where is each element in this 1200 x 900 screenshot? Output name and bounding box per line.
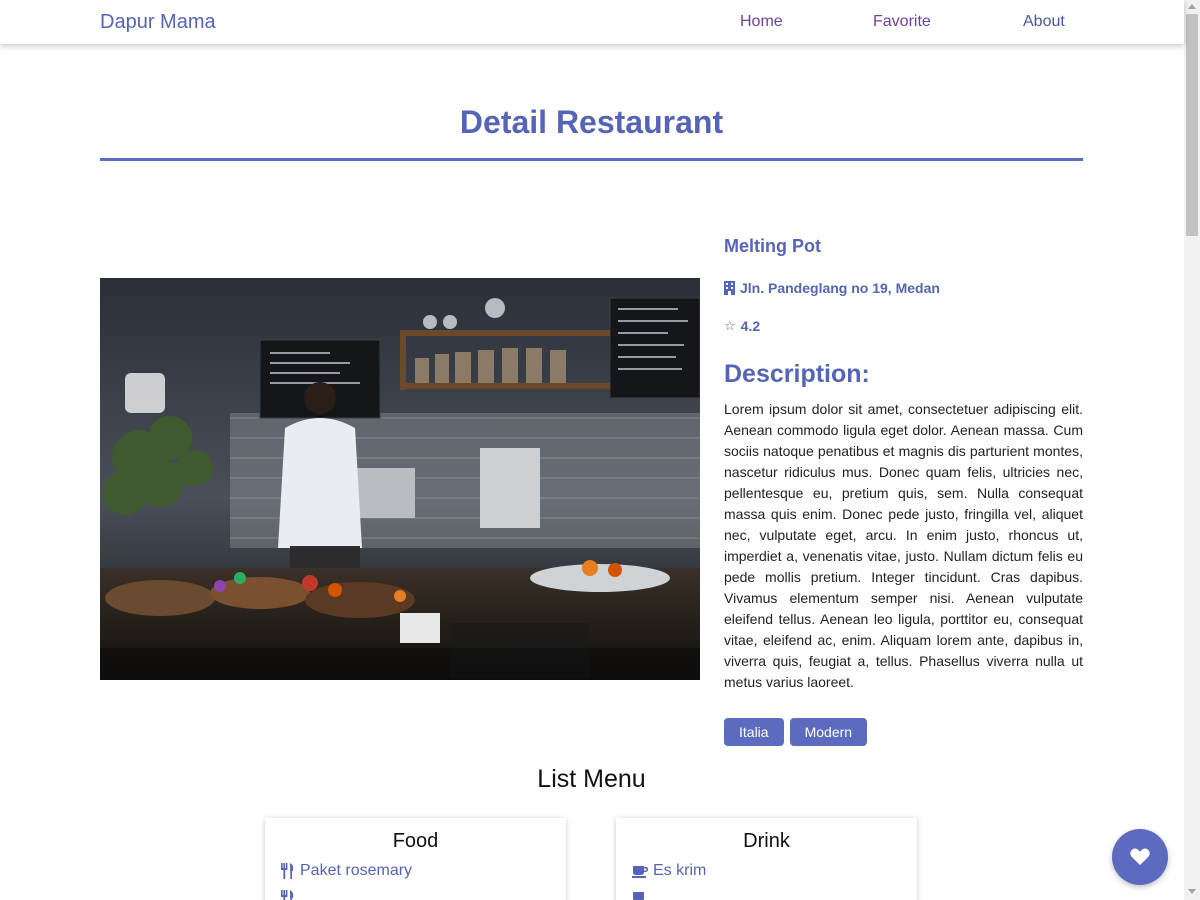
page-scrollbar[interactable] [1184,0,1200,900]
heart-icon [1130,848,1150,866]
scroll-down-arrow-icon[interactable] [1188,889,1196,894]
nav-home-link[interactable]: Home [740,13,783,31]
drink-item-label: Es krim [653,862,707,879]
list-item [632,890,653,900]
page-title: Detail Restaurant [459,104,724,140]
coffee-cup-icon [632,864,648,878]
utensils-icon [281,863,295,879]
food-item-label: Paket rosemary [300,862,413,879]
nav-favorite-link[interactable]: Favorite [873,13,931,31]
star-icon: ☆ [724,318,736,333]
coffee-cup-icon [632,890,648,900]
scrollbar-thumb[interactable] [1186,14,1198,236]
food-card-title: Food [392,830,439,852]
list-item: Es krim [632,862,706,880]
address-text: Jln. Pandeglang no 19, Medan [740,280,940,296]
scroll-up-arrow-icon[interactable] [1188,4,1196,9]
category-tag[interactable]: Italia [724,718,784,746]
rating-value: 4.2 [740,318,761,334]
utensils-icon [281,890,295,900]
description-heading: Description: [724,360,870,388]
title-divider [100,158,1083,161]
food-menu-card: Food Paket rosemary [265,818,566,900]
drink-card-title: Drink [743,830,790,852]
restaurant-name: Melting Pot [724,236,821,256]
category-tags: Italia Modern [724,718,868,746]
brand-logo[interactable]: Dapur Mama [100,11,216,34]
list-item: Paket rosemary [281,862,412,880]
restaurant-address: Jln. Pandeglang no 19, Medan [724,280,940,296]
favorite-button[interactable] [1112,829,1168,885]
building-icon [724,281,735,295]
list-item [281,890,300,900]
description-text: Lorem ipsum dolor sit amet, consectetuer… [724,401,1083,690]
restaurant-image [100,278,700,680]
nav-about-link[interactable]: About [1023,13,1065,31]
list-menu-heading: List Menu [537,765,646,793]
restaurant-rating: ☆ 4.2 [724,318,760,334]
category-tag[interactable]: Modern [789,718,868,746]
drink-menu-card: Drink Es krim [616,818,917,900]
navbar: Dapur Mama Home Favorite About [0,0,1184,44]
